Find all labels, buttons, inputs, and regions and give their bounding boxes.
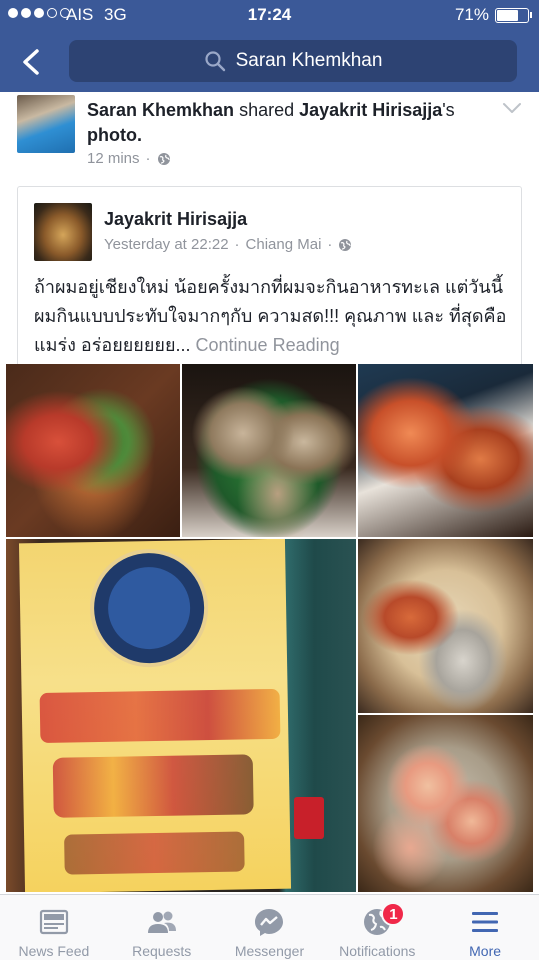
shared-post-meta: Yesterday at 22:22 · Chiang Mai · (104, 236, 352, 253)
chevron-left-icon (23, 49, 39, 75)
search-query: Saran Khemkhan (235, 50, 383, 71)
restaurant-logo (89, 548, 210, 669)
tab-messenger[interactable]: Messenger (216, 895, 324, 960)
post-body: ถ้าผมอยู่เชียงใหม่ น้อยครั้งมากที่ผมจะกิ… (34, 273, 514, 360)
tab-news-feed[interactable]: News Feed (0, 895, 108, 960)
banner-lettering (64, 831, 245, 875)
public-globe-icon (157, 152, 170, 165)
search-bar[interactable]: Saran Khemkhan (69, 40, 517, 82)
tab-label: Messenger (234, 943, 305, 959)
story-timestamp[interactable]: 12 mins (87, 150, 140, 167)
post-location[interactable]: Chiang Mai (246, 236, 322, 253)
author-name[interactable]: Jayakrit Hirisajja (104, 209, 247, 230)
photo-link[interactable]: photo. (87, 125, 142, 145)
photo-prawn-glass-noodles[interactable] (358, 715, 533, 892)
meta-separator: · (145, 150, 151, 167)
chevron-down-icon[interactable] (500, 100, 524, 116)
story-headline: Saran Khemkhan shared Jayakrit Hirisajja… (87, 98, 487, 148)
banner-lettering (39, 688, 281, 744)
story-meta: 12 mins · (87, 150, 171, 167)
tab-label: Requests (132, 943, 192, 959)
owner-name-link[interactable]: Jayakrit Hirisajja (299, 100, 442, 120)
search-icon (204, 51, 225, 72)
tab-label: News Feed (18, 943, 90, 959)
news-feed-icon (39, 909, 68, 935)
tab-label: More (469, 943, 502, 959)
back-button[interactable] (12, 42, 52, 82)
tab-label: Notifications (339, 943, 416, 959)
photo-crab-salad[interactable] (6, 364, 180, 537)
news-feed-story: Saran Khemkhan shared Jayakrit Hirisajja… (0, 92, 539, 894)
meta-separator: · (234, 236, 240, 253)
post-timestamp[interactable]: Yesterday at 22:22 (104, 236, 229, 253)
photo-restaurant-banner[interactable] (6, 539, 356, 892)
photo-grilled-prawns[interactable] (358, 364, 533, 537)
actor-avatar[interactable] (17, 95, 75, 153)
tab-more[interactable]: More (431, 895, 539, 960)
meta-separator: · (327, 236, 333, 253)
top-navigation-bar: AIS 3G 17:24 71% Saran Khemkhan (0, 0, 539, 92)
tab-notifications[interactable]: 1 Notifications (323, 895, 431, 960)
photo-snails[interactable] (182, 364, 356, 537)
buffet-banner (18, 539, 292, 892)
notification-count-badge: 1 (381, 902, 406, 926)
battery-icon (495, 8, 532, 23)
author-avatar[interactable] (34, 203, 92, 261)
banner-price-lettering (52, 754, 254, 818)
battery-percentage: 71% (454, 5, 489, 24)
hamburger-menu-icon (472, 912, 499, 932)
story-action: shared (239, 100, 295, 120)
owner-suffix: 's (442, 100, 455, 120)
messenger-icon (255, 909, 284, 936)
bottom-tab-bar: News Feed Requests Messenger 1 Notificat… (0, 894, 539, 960)
continue-reading-link[interactable]: Continue Reading (196, 335, 340, 355)
photo-fried-rice[interactable] (358, 539, 533, 713)
friend-requests-icon (147, 911, 176, 933)
actor-name-link[interactable]: Saran Khemkhan (87, 100, 234, 120)
fire-alarm-box (294, 797, 324, 839)
status-bar: AIS 3G 17:24 71% (0, 0, 539, 30)
tab-requests[interactable]: Requests (108, 895, 216, 960)
photo-collage[interactable] (6, 364, 533, 892)
public-globe-icon (339, 238, 352, 251)
